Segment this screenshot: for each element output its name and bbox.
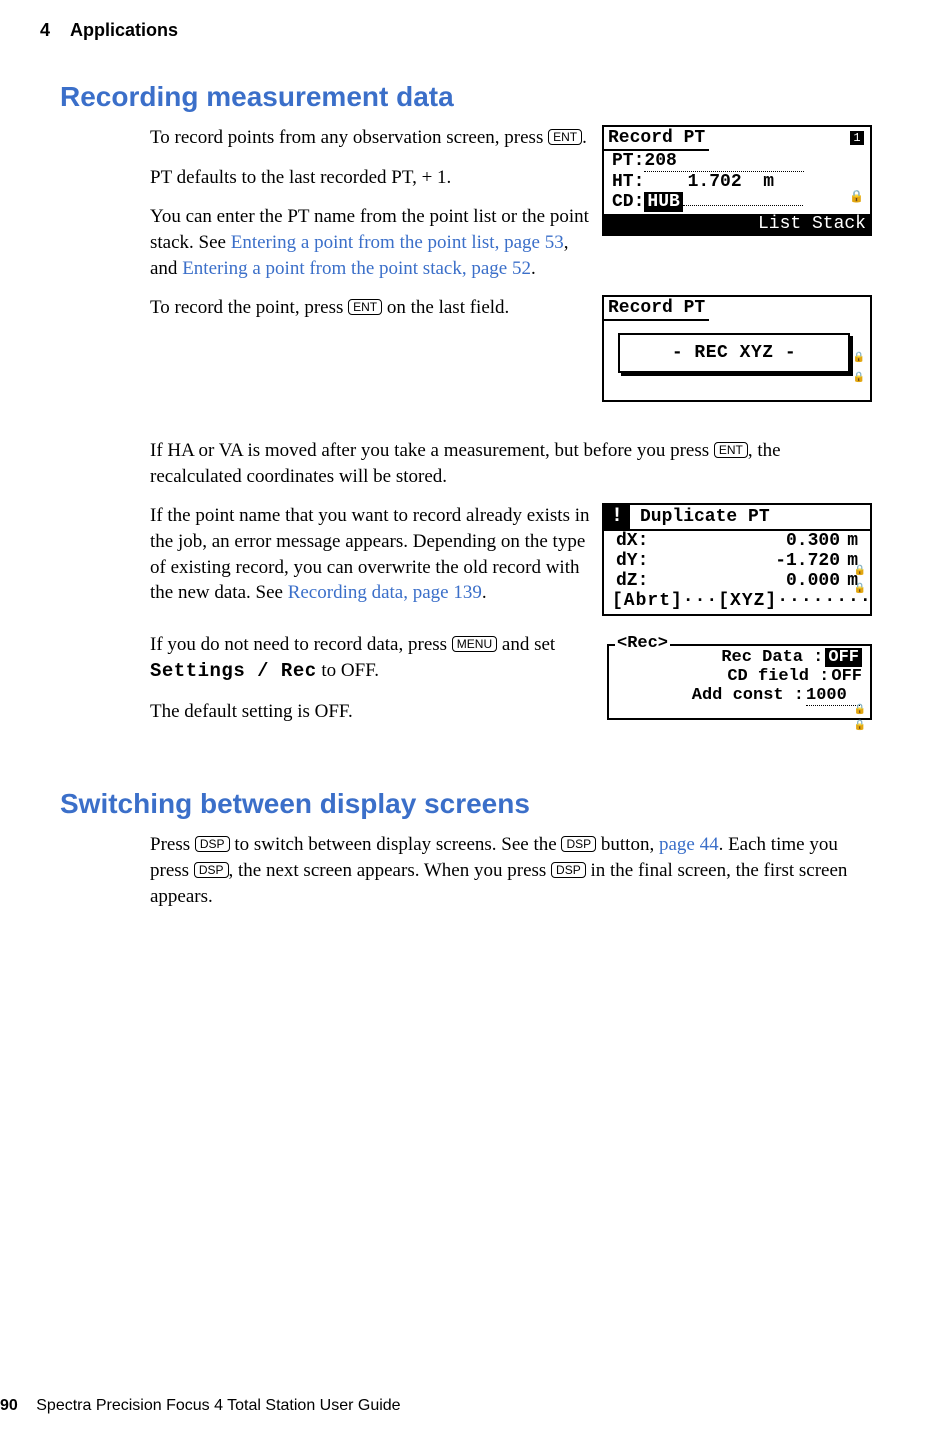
lock-icon: 🔒 bbox=[853, 372, 865, 384]
guide-title: Spectra Precision Focus 4 Total Station … bbox=[36, 1397, 400, 1414]
xref-recording-data[interactable]: Recording data, page 139 bbox=[288, 582, 482, 603]
alert-icon: ! bbox=[604, 505, 630, 529]
lock-icon: 🔒 bbox=[853, 352, 865, 364]
ht-unit: m bbox=[763, 172, 774, 192]
screen-record-pt: Record PT 1 PT:208 HT: 1.702 m CD:HUB 🔒 … bbox=[602, 125, 872, 236]
screen-footer: List Stack bbox=[604, 214, 870, 234]
ent-key: ENT bbox=[348, 299, 382, 315]
section-heading-switching: Switching between display screens bbox=[60, 788, 890, 820]
chapter-number: 4 bbox=[40, 20, 50, 41]
screen-footer: [Abrt]···[XYZ]···················· bbox=[604, 591, 870, 611]
ht-label: HT: bbox=[612, 172, 644, 192]
pt-label: PT: bbox=[612, 151, 644, 171]
dz-label: dZ: bbox=[616, 571, 660, 591]
screen-title: Record PT bbox=[604, 127, 709, 151]
lock-icon: 🔒 bbox=[854, 583, 866, 595]
body-text: Press DSP to switch between display scre… bbox=[150, 832, 872, 909]
dx-unit: m bbox=[840, 531, 858, 551]
screen-duplicate-pt: ! Duplicate PT dX:0.300 m dY:-1.720 m dZ… bbox=[602, 503, 872, 616]
cd-field-value: OFF bbox=[829, 667, 862, 686]
dsp-key: DSP bbox=[195, 836, 230, 852]
ht-value: 1.702 bbox=[688, 172, 742, 192]
screen-title: <Rec> bbox=[615, 634, 670, 653]
page-footer: 90 Spectra Precision Focus 4 Total Stati… bbox=[0, 1397, 401, 1415]
cd-label: CD: bbox=[612, 192, 644, 212]
screen-title: Record PT bbox=[604, 297, 709, 321]
dsp-key: DSP bbox=[194, 862, 229, 878]
dx-value: 0.300 bbox=[660, 531, 840, 551]
lock-icon: 🔒 bbox=[854, 720, 866, 732]
xref-point-stack[interactable]: Entering a point from the point stack, p… bbox=[182, 258, 531, 279]
section-heading-recording: Recording measurement data bbox=[60, 81, 890, 113]
body-text: If HA or VA is moved after you take a me… bbox=[150, 438, 872, 489]
page-number: 90 bbox=[0, 1397, 32, 1414]
add-const-label: Add const : bbox=[617, 686, 804, 706]
page-badge: 1 bbox=[850, 131, 864, 145]
rec-data-value: OFF bbox=[825, 648, 862, 667]
pt-value: 208 bbox=[644, 151, 676, 171]
screen-rec-settings: <Rec> Rec Data :OFF CD field :OFF Add co… bbox=[607, 644, 872, 720]
screen-rec-xyz: Record PT - REC XYZ - 🔒 🔒 bbox=[602, 295, 872, 402]
page-header: 4 Applications bbox=[40, 20, 890, 41]
xref-point-list[interactable]: Entering a point from the point list, pa… bbox=[231, 232, 564, 253]
lock-icon: 🔒 bbox=[854, 565, 866, 577]
chapter-title: Applications bbox=[70, 20, 178, 41]
dsp-key: DSP bbox=[561, 836, 596, 852]
cd-field-label: CD field : bbox=[617, 667, 829, 686]
cd-value: HUB bbox=[644, 192, 682, 212]
dy-label: dY: bbox=[616, 551, 660, 571]
dy-value: -1.720 bbox=[660, 551, 840, 571]
lock-icon: 🔒 bbox=[854, 704, 866, 716]
rec-xyz-label: - REC XYZ - bbox=[618, 333, 850, 373]
xref-page-44[interactable]: page 44 bbox=[659, 834, 719, 855]
settings-rec-cmd: Settings / Rec bbox=[150, 660, 317, 682]
dx-label: dX: bbox=[616, 531, 660, 551]
dz-value: 0.000 bbox=[660, 571, 840, 591]
screen-title: Duplicate PT bbox=[630, 507, 770, 527]
ent-key: ENT bbox=[548, 129, 582, 145]
menu-key: MENU bbox=[452, 636, 497, 652]
add-const-value: 1000 bbox=[806, 686, 847, 705]
lock-icon: 🔒 bbox=[849, 189, 864, 204]
dsp-key: DSP bbox=[551, 862, 586, 878]
ent-key: ENT bbox=[714, 442, 748, 458]
